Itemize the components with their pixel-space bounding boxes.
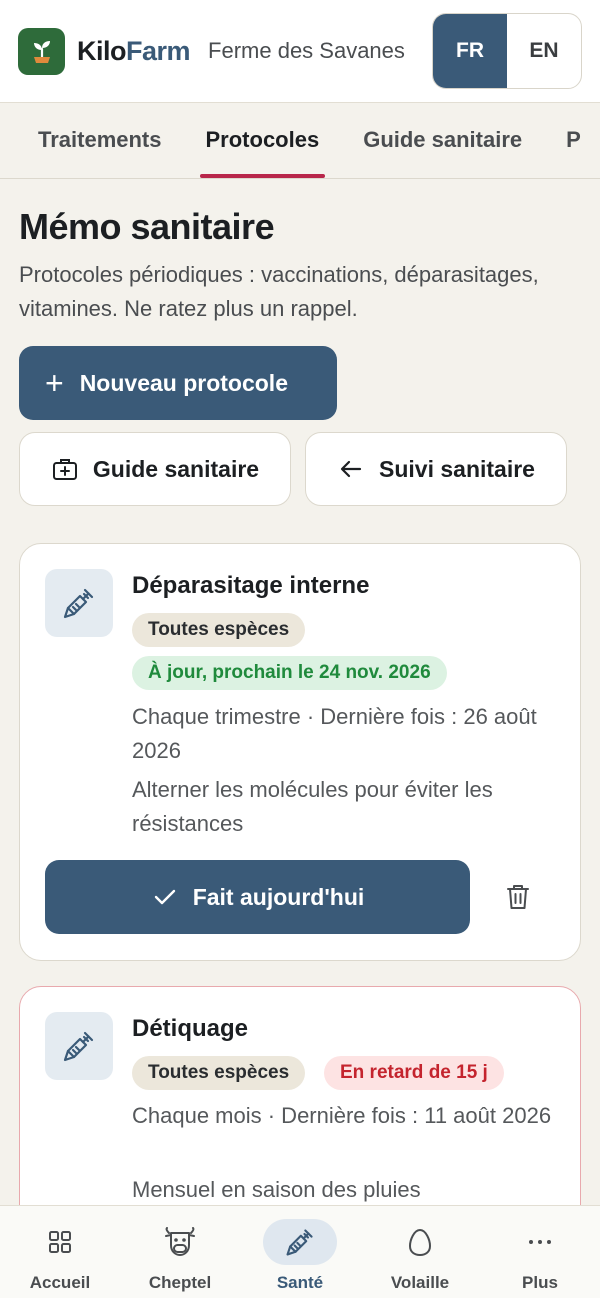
guide-sanitaire-button[interactable]: Guide sanitaire: [19, 432, 291, 506]
new-protocol-label: Nouveau protocole: [79, 369, 288, 396]
tab-guide-sanitaire[interactable]: Guide sanitaire: [363, 103, 522, 178]
nav-label-accueil: Accueil: [29, 1273, 91, 1292]
egg-icon: [383, 1219, 457, 1265]
first-aid-kit-icon: [52, 459, 77, 480]
page-title: Mémo sanitaire: [19, 206, 275, 247]
tab-protocoles[interactable]: Protocoles: [199, 103, 325, 178]
section-tabs: Traitements Protocoles Guide sanitaire P: [0, 103, 600, 179]
grid-icon: [23, 1219, 97, 1265]
brand-name: KiloFarm: [77, 35, 191, 67]
plus-icon: +: [45, 365, 64, 401]
nav-item-sante[interactable]: Santé: [240, 1206, 360, 1298]
nav-label-sante: Santé: [276, 1273, 324, 1292]
card-schedule: Chaque trimestre · Dernière fois : 26 ao…: [132, 704, 537, 763]
status-badge: En retard de 15 j: [324, 1056, 504, 1090]
nav-item-volaille[interactable]: Volaille: [360, 1206, 480, 1298]
nav-label-cheptel: Cheptel: [148, 1273, 212, 1292]
nav-label-plus: Plus: [522, 1273, 558, 1292]
status-badge: À jour, prochain le 24 nov. 2026: [132, 656, 447, 690]
new-protocol-button[interactable]: + Nouveau protocole: [19, 346, 337, 420]
trash-icon[interactable]: [504, 882, 532, 917]
more-icon: [503, 1219, 577, 1265]
check-icon: [154, 889, 175, 905]
arrow-left-icon: [340, 460, 362, 478]
sprout-logo-icon: [18, 27, 65, 75]
species-badge: Toutes espèces: [132, 613, 306, 647]
nav-item-accueil[interactable]: Accueil: [0, 1206, 120, 1298]
tab-traitements[interactable]: Traitements: [38, 103, 162, 178]
card-title: Déparasitage interne: [132, 572, 370, 599]
suivi-sanitaire-label: Suivi sanitaire: [379, 455, 535, 482]
nav-item-cheptel[interactable]: Cheptel: [120, 1206, 240, 1298]
done-today-button[interactable]: Fait aujourd'hui: [45, 860, 470, 934]
brand-kilo: Kilo: [77, 35, 127, 66]
tab-overflow[interactable]: P: [566, 103, 581, 178]
protocol-card: Déparasitage interne Toutes espèces À jo…: [19, 543, 581, 961]
guide-sanitaire-label: Guide sanitaire: [92, 455, 260, 482]
species-badge: Toutes espèces: [132, 1056, 306, 1090]
bottom-navigation: Accueil Cheptel Santé Volaille Plus: [0, 1205, 600, 1298]
card-schedule: Chaque mois · Dernière fois : 11 août 20…: [132, 1103, 552, 1128]
app-header: KiloFarm Ferme des Savanes FR EN: [0, 0, 600, 103]
lang-fr-button[interactable]: FR: [433, 14, 507, 88]
language-toggle: FR EN: [432, 13, 582, 89]
cow-icon: [143, 1219, 217, 1265]
card-note: Alterner les molécules pour éviter les r…: [132, 777, 493, 836]
card-note: Mensuel en saison des pluies: [132, 1177, 421, 1202]
farm-name[interactable]: Ferme des Savanes: [208, 38, 413, 64]
brand-farm: Farm: [126, 35, 191, 66]
nav-item-plus[interactable]: Plus: [480, 1206, 600, 1298]
nav-label-volaille: Volaille: [390, 1273, 450, 1292]
done-today-label: Fait aujourd'hui: [192, 883, 365, 910]
suivi-sanitaire-button[interactable]: Suivi sanitaire: [305, 432, 567, 506]
lang-en-button[interactable]: EN: [507, 14, 581, 88]
syringe-icon: [45, 569, 113, 637]
syringe-icon: [263, 1219, 337, 1265]
page-subtitle: Protocoles périodiques : vaccinations, d…: [19, 262, 539, 321]
syringe-icon: [45, 1012, 113, 1080]
card-title: Détiquage: [132, 1015, 249, 1042]
